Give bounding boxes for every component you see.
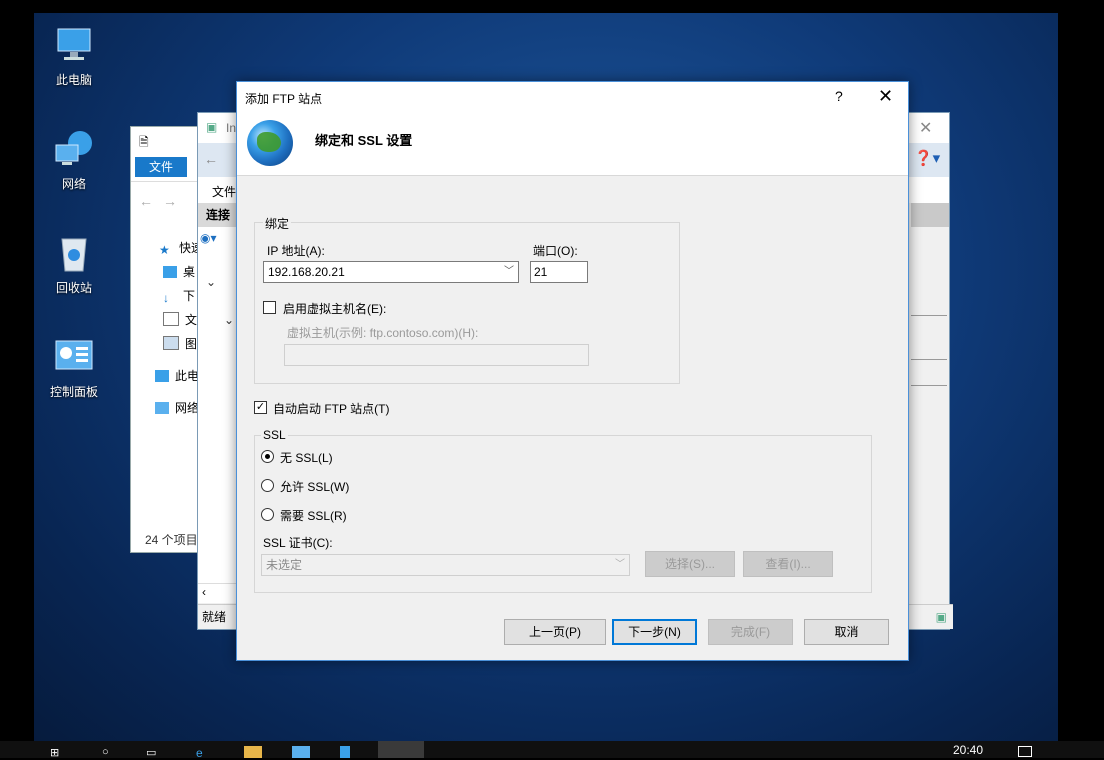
task-view-icon[interactable]: ▭ [146, 746, 164, 759]
iis-taskbar-button[interactable] [378, 741, 424, 758]
taskbar: ⊞ ○ ▭ e 20:40 [0, 741, 1104, 760]
allow-ssl-label: 允许 SSL(W) [280, 480, 350, 494]
cancel-button[interactable]: 取消 [804, 619, 889, 645]
dialog-title: 添加 FTP 站点 [245, 92, 323, 106]
help-icon[interactable]: ❓▾ [914, 149, 940, 167]
powershell-icon[interactable] [340, 746, 350, 758]
desktop-folder-icon [163, 266, 177, 278]
desktop-icon-network[interactable]: 网络 [34, 127, 114, 192]
radio-require-ssl[interactable] [261, 508, 274, 521]
iis-divider [911, 385, 947, 386]
search-icon[interactable]: ○ [102, 746, 120, 758]
tree-expand-icon[interactable]: ⌄ [206, 275, 216, 289]
quick-access-icon: 🗎 [139, 135, 149, 149]
binding-group-label: 绑定 [263, 215, 292, 232]
network-small-icon [155, 402, 169, 414]
iis-divider [911, 359, 947, 360]
file-explorer-icon[interactable] [244, 746, 262, 758]
iis-app-icon: ▣ [206, 120, 218, 134]
iis-connections-tree[interactable]: ◉▾ ⌄ ⌄ [198, 227, 238, 603]
star-icon: ★ [159, 243, 170, 257]
virtual-host-enable-label: 启用虚拟主机名(E): [283, 302, 387, 316]
nav-downloads[interactable]: ↓ 下 [163, 287, 195, 305]
finish-button[interactable]: 完成(F) [708, 619, 793, 645]
recycle-bin-icon [52, 231, 96, 275]
explorer-file-tab[interactable]: 文件 [135, 157, 187, 177]
port-input[interactable]: 21 [530, 261, 588, 283]
view-cert-button[interactable]: 查看(I)... [743, 551, 833, 577]
virtual-host-checkbox[interactable] [263, 301, 276, 314]
desktop-icon-recycle-bin[interactable]: 回收站 [34, 231, 114, 296]
ip-address-label: IP 地址(A): [267, 244, 325, 258]
iis-menu-file[interactable]: 文件 [212, 183, 236, 200]
dialog-help-button[interactable]: ? [835, 88, 843, 104]
auto-start-label: 自动启动 FTP 站点(T) [273, 402, 390, 416]
select-cert-button[interactable]: 选择(S)... [645, 551, 735, 577]
port-label: 端口(O): [533, 244, 578, 258]
nav-pictures[interactable]: 图 [163, 335, 197, 352]
globe-small-icon: ◉▾ [200, 231, 217, 245]
back-arrow-icon[interactable]: ← [204, 151, 218, 167]
nav-desktop[interactable]: 桌 [163, 263, 195, 280]
dialog-header: 添加 FTP 站点 ? ✕ 绑定和 SSL 设置 [237, 82, 908, 176]
page-heading: 绑定和 SSL 设置 [315, 133, 413, 148]
taskbar-clock: 20:40 [953, 743, 984, 757]
explorer-status-bar: 24 个项目 [145, 533, 198, 547]
network-icon [52, 127, 96, 171]
explorer-back-forward[interactable]: ←→ [139, 193, 187, 209]
auto-start-checkbox[interactable]: ✓ [254, 401, 267, 414]
iis-close-icon[interactable]: ✕ [919, 118, 932, 138]
status-network-icon: ▣ [935, 610, 947, 624]
radio-allow-ssl[interactable] [261, 479, 274, 492]
checkmark-icon: ✓ [255, 401, 266, 413]
document-icon [163, 312, 179, 326]
scroll-left-icon[interactable]: ‹ [202, 585, 206, 599]
computer-small-icon [155, 370, 169, 382]
require-ssl-label: 需要 SSL(R) [280, 509, 347, 523]
iis-divider [911, 315, 947, 316]
globe-icon [247, 120, 293, 166]
desktop-icon-this-pc[interactable]: 此电脑 [34, 23, 114, 88]
chevron-down-icon: ﹀ [504, 266, 514, 277]
ie-browser-icon[interactable]: e [196, 746, 214, 760]
nav-documents[interactable]: 文 [163, 311, 197, 328]
add-ftp-site-dialog: 添加 FTP 站点 ? ✕ 绑定和 SSL 设置 绑定 IP 地址(A): 19… [236, 81, 909, 661]
download-arrow-icon: ↓ [163, 291, 169, 305]
ssl-cert-label: SSL 证书(C): [263, 536, 333, 550]
ssl-group-label: SSL [261, 428, 288, 442]
next-button[interactable]: 下一步(N) [612, 619, 697, 645]
nav-network[interactable]: 网络 [155, 399, 199, 416]
tree-collapse-icon[interactable]: ⌄ [224, 313, 234, 327]
control-panel-icon [52, 335, 96, 379]
previous-button[interactable]: 上一页(P) [504, 619, 606, 645]
chevron-down-icon: ﹀ [615, 559, 625, 570]
dialog-close-button[interactable]: ✕ [878, 86, 893, 107]
picture-icon [163, 336, 179, 350]
ssl-cert-combobox[interactable]: 未选定 ﹀ [261, 554, 630, 576]
no-ssl-label: 无 SSL(L) [280, 451, 333, 465]
iis-hscroll[interactable]: ‹ [198, 583, 238, 602]
start-windows-icon[interactable]: ⊞ [50, 746, 68, 759]
server-manager-icon[interactable] [292, 746, 310, 758]
desktop-icon-control-panel[interactable]: 控制面板 [34, 335, 114, 400]
virtual-host-input[interactable] [284, 344, 589, 366]
nav-this-pc[interactable]: 此电 [155, 367, 199, 384]
radio-no-ssl[interactable] [261, 450, 274, 463]
virtual-host-label: 虚拟主机(示例: ftp.contoso.com)(H): [287, 326, 479, 340]
ip-address-combobox[interactable]: 192.168.20.21 ﹀ [263, 261, 519, 283]
iis-actions-header [911, 203, 949, 227]
computer-icon [52, 23, 96, 67]
notification-icon[interactable] [1018, 746, 1032, 757]
